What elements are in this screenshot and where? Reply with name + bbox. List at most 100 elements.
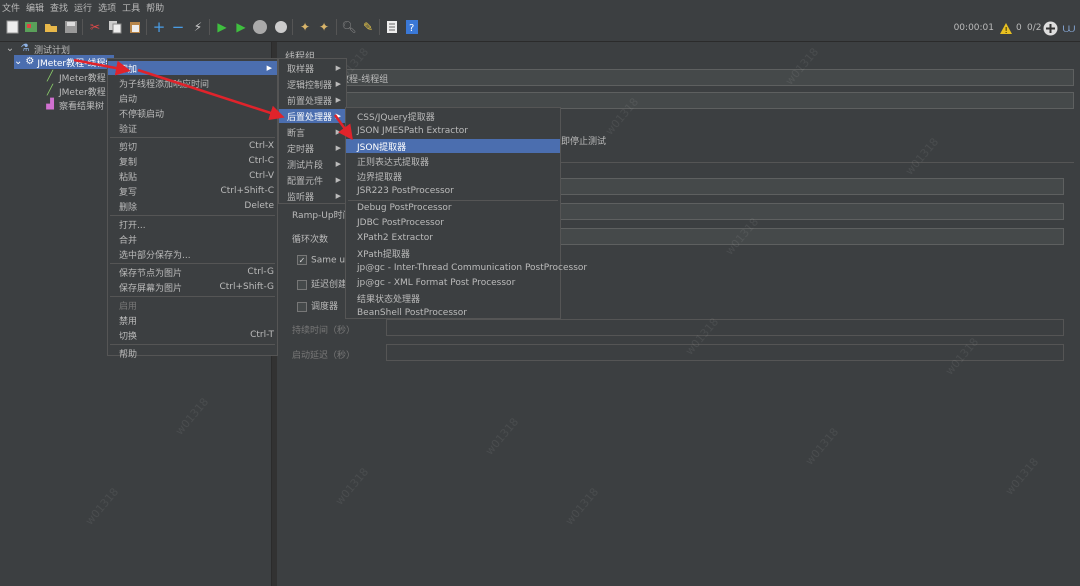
logger-icon[interactable]: ⩊ [1061,20,1077,36]
context-menu-item[interactable]: 保存屏幕为图片 Ctrl+Shift-G [108,280,277,294]
context-menu-item[interactable]: 为子线程添加响应时间 [108,76,277,90]
context-menu-item[interactable]: 验证 [108,121,277,135]
menu-item-label: 配置元件 [287,176,324,187]
post-processor-item[interactable]: JSON JMESPath Extractor [346,124,560,138]
context-menu-item[interactable]: 复写 Ctrl+Shift-C [108,184,277,198]
start-no-pause-icon[interactable]: ▶ [233,19,249,35]
add-submenu-item[interactable]: 前置处理器 ▶ [279,93,346,107]
search-icon[interactable]: 🔍︎ [341,19,357,35]
save-icon[interactable] [63,19,79,35]
context-menu-item[interactable]: 不停顿启动 [108,106,277,120]
tree-node-sampler[interactable]: ╱ JMeter教程 [44,70,106,84]
menu-item-label: 帮助 [119,349,138,360]
post-processor-item[interactable]: XPath2 Extractor [346,231,560,245]
scheduler-checkbox[interactable]: 调度器 [297,299,338,312]
post-processor-item[interactable]: 边界提取器 [346,169,560,183]
add-submenu-item[interactable]: 取样器 ▶ [279,61,346,75]
post-processor-item[interactable]: JDBC PostProcessor [346,216,560,230]
context-menu-item[interactable]: 启动 [108,91,277,105]
menu-separator [110,215,275,216]
add-submenu-item[interactable]: 后置处理器 ▶ [279,109,346,123]
duration-field[interactable] [386,319,1064,336]
add-submenu-item[interactable]: 定时器 ▶ [279,141,346,155]
tree-node-sampler[interactable]: ╱ JMeter教程 [44,84,106,98]
collapse-icon[interactable]: − [170,18,186,36]
post-processor-item[interactable]: 正则表达式提取器 [346,154,560,168]
menu-edit[interactable]: 编辑 [26,1,44,14]
loop-field[interactable] [559,228,1064,245]
post-processor-item[interactable]: jp@gc - XML Format Post Processor [346,276,560,290]
context-menu-item[interactable]: 帮助 [108,346,277,360]
toolbar: ✂ + − ⚡ ▶ ▶ ✦ ✦ 🔍︎ ✎ ? 00:00:01 ! 0 0/2 … [0,14,1080,42]
post-processor-item[interactable]: JSR223 PostProcessor [346,184,560,198]
submenu-arrow-icon: ▶ [335,176,341,184]
menu-item-label: 逻辑控制器 [287,80,333,91]
stop-test-option[interactable]: 即停止测试 [561,134,606,147]
menu-item-label: 复制 [119,157,138,168]
clear-all-icon[interactable]: ✦ [316,19,332,35]
post-processor-item[interactable]: XPath提取器 [346,246,560,260]
context-menu-item[interactable]: 打开... [108,217,277,231]
post-processor-item[interactable]: Debug PostProcessor [346,201,560,215]
context-menu-item[interactable]: 复制 Ctrl-C [108,154,277,168]
shutdown-icon[interactable] [273,19,289,35]
context-menu-item[interactable]: 保存节点为图片 Ctrl-G [108,265,277,279]
context-menu-item[interactable]: 粘贴 Ctrl-V [108,169,277,183]
svg-text:?: ? [409,23,414,34]
context-menu-item[interactable]: 删除 Delete [108,199,277,213]
start-icon[interactable]: ▶ [214,19,230,35]
menu-options[interactable]: 选项 [98,1,116,14]
templates-icon[interactable] [23,19,39,35]
menu-tools[interactable]: 工具 [122,1,140,14]
menu-item-label: 取样器 [287,64,315,75]
post-processor-item[interactable]: CSS/JQuery提取器 [346,109,560,123]
cut-icon[interactable]: ✂ [87,19,103,35]
delay-thread-checkbox[interactable]: 延迟创建 [297,277,347,290]
tree-node-listener[interactable]: ▟ 察看结果树 [44,98,104,112]
remote-start-icon[interactable] [1042,20,1058,36]
menu-item-shortcut: Ctrl-V [249,171,274,181]
loop-label: 循环次数 [292,235,329,245]
context-menu-item[interactable]: 选中部分保存为... [108,247,277,261]
context-menu-item[interactable]: 添加 ▶ [108,61,277,75]
threads-field[interactable] [559,178,1064,195]
submenu-arrow-icon: ▶ [335,96,341,104]
tree-node-thread-group[interactable]: ⌄ ⚙ JMeter教程-线程组 [14,55,114,69]
post-processor-item[interactable]: BeanShell PostProcessor [346,306,560,320]
menu-search[interactable]: 查找 [50,1,68,14]
add-submenu-item[interactable]: 逻辑控制器 ▶ [279,77,346,91]
add-submenu-item[interactable]: 断言 ▶ [279,125,346,139]
reset-search-icon[interactable]: ✎ [360,19,376,35]
ramp-up-field[interactable] [559,203,1064,220]
tree-node-test-plan[interactable]: ⌄ ⚗ 测试计划 [4,42,70,56]
chevron-down-icon[interactable]: ⌄ [14,56,22,68]
context-menu-item[interactable]: 禁用 [108,313,277,327]
context-menu-item[interactable]: 合并 [108,232,277,246]
warning-icon[interactable]: ! [998,20,1014,36]
name-field[interactable]: 教程-线程组 [335,69,1074,86]
toggle-icon[interactable]: ⚡ [190,19,206,35]
chevron-down-icon[interactable]: ⌄ [4,43,16,55]
menu-help[interactable]: 帮助 [146,1,164,14]
stop-icon[interactable] [252,19,268,35]
clear-icon[interactable]: ✦ [297,19,313,35]
post-processor-item[interactable]: jp@gc - Inter-Thread Communication PostP… [346,261,587,275]
context-menu-item[interactable]: 剪切 Ctrl-X [108,139,277,153]
menu-item-label: 剪切 [119,142,138,153]
menu-file[interactable]: 文件 [2,1,20,14]
function-helper-icon[interactable] [384,19,400,35]
post-processor-item[interactable]: JSON提取器 [346,139,560,153]
expand-icon[interactable]: + [151,18,167,36]
paste-icon[interactable] [127,19,143,35]
post-processor-item[interactable]: 结果状态处理器 [346,291,560,305]
add-submenu-item[interactable]: 监听器 ▶ [279,189,346,203]
menu-run[interactable]: 运行 [74,1,92,14]
copy-icon[interactable] [107,19,123,35]
add-submenu-item[interactable]: 配置元件 ▶ [279,173,346,187]
context-menu-item[interactable]: 切换 Ctrl-T [108,328,277,342]
open-icon[interactable] [43,19,59,35]
menu-item-shortcut: Ctrl-G [247,267,274,277]
help-icon[interactable]: ? [404,19,420,35]
add-submenu-item[interactable]: 测试片段 ▶ [279,157,346,171]
new-icon[interactable] [4,19,20,35]
